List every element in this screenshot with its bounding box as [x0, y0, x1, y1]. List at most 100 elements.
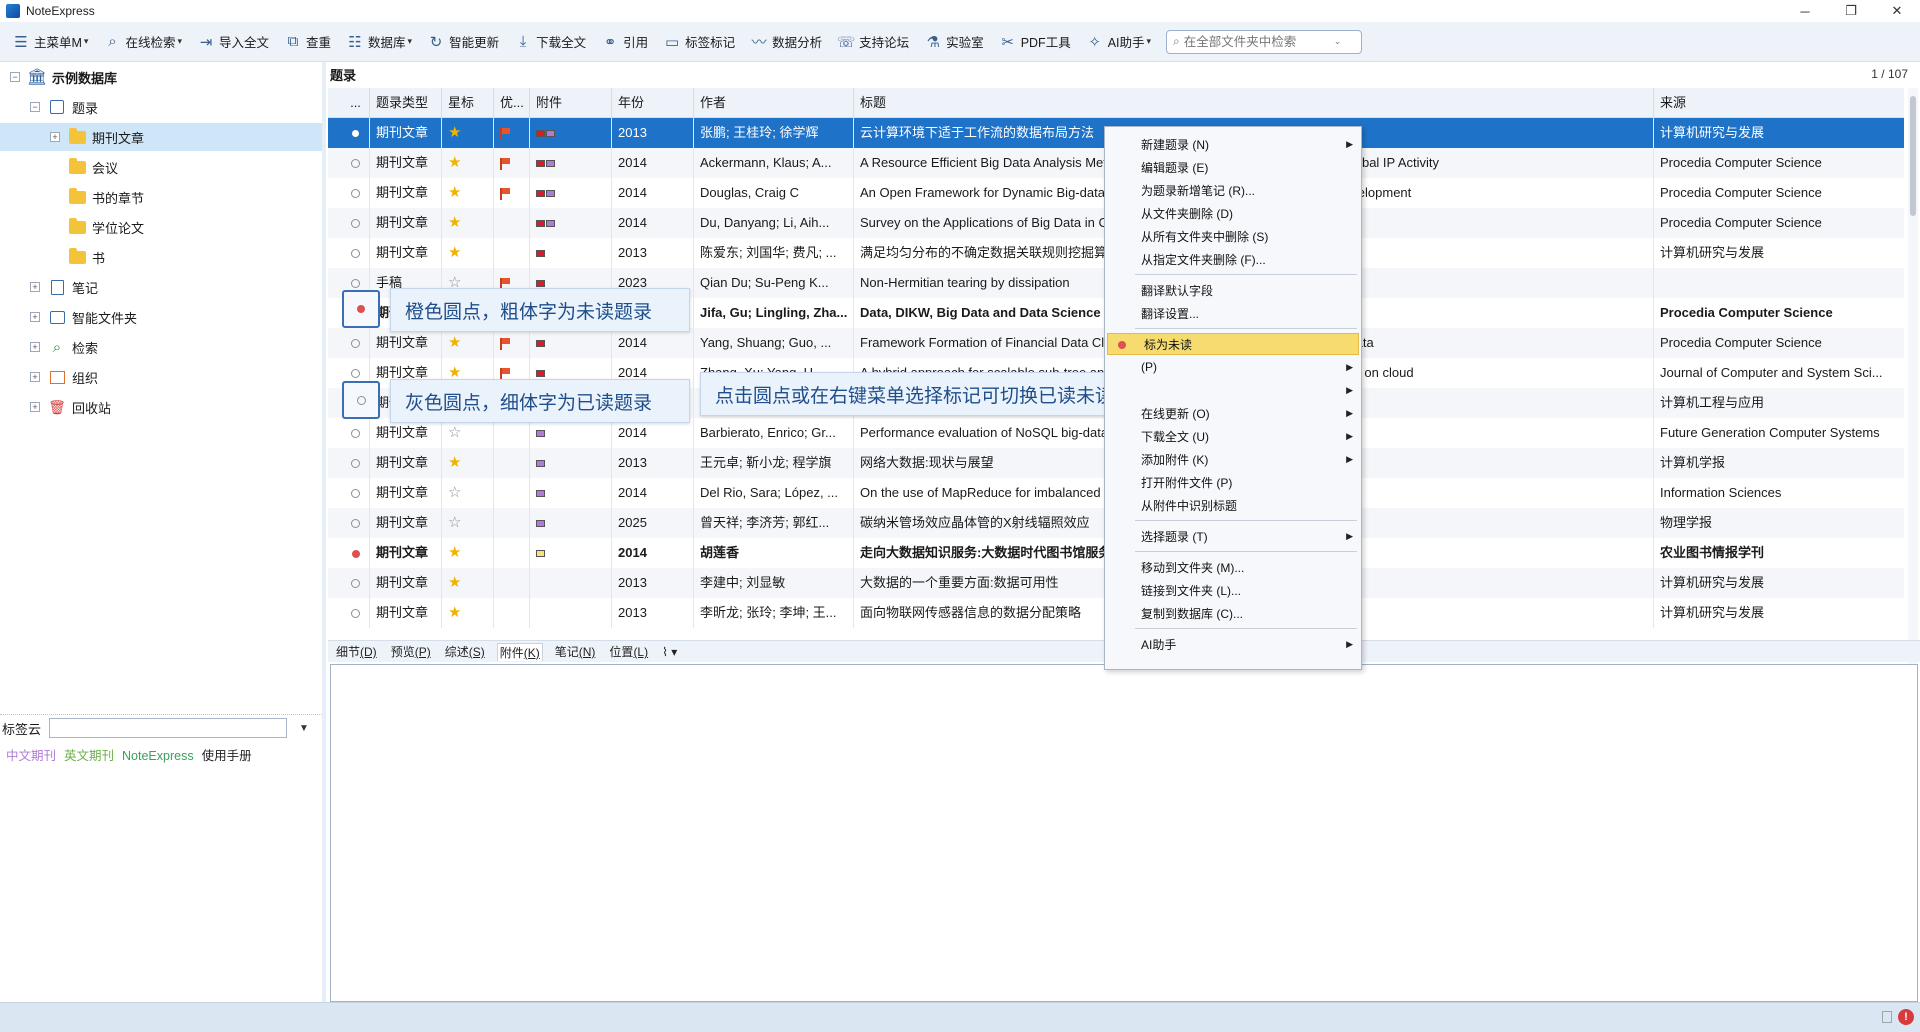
- star-filled-icon[interactable]: ★: [448, 574, 461, 591]
- tree-item-5[interactable]: 学位论文: [0, 213, 322, 241]
- toolbar-button-6[interactable]: ⤓ 下载全文: [508, 27, 592, 57]
- menu-item-23[interactable]: 复制到数据库 (C)...: [1105, 602, 1361, 624]
- attachment-cell[interactable]: [530, 238, 612, 268]
- priority-cell[interactable]: [494, 148, 530, 178]
- star-empty-icon[interactable]: ☆: [448, 424, 461, 441]
- tab-2[interactable]: 综述(S): [443, 643, 487, 660]
- star-filled-icon[interactable]: ★: [448, 334, 461, 351]
- star-cell[interactable]: ★: [442, 538, 494, 568]
- star-filled-icon[interactable]: ★: [448, 184, 461, 201]
- priority-cell[interactable]: [494, 508, 530, 538]
- paperclip-icon[interactable]: ⌇ ▾: [660, 645, 679, 659]
- priority-cell[interactable]: [494, 178, 530, 208]
- attachment-cell[interactable]: [530, 118, 612, 148]
- tag-link[interactable]: 中文期刊: [6, 749, 56, 763]
- error-badge-icon[interactable]: !: [1898, 1009, 1914, 1025]
- column-header[interactable]: 星标: [442, 87, 494, 118]
- tag-link[interactable]: NoteExpress: [122, 749, 194, 763]
- star-empty-icon[interactable]: ☆: [448, 484, 461, 501]
- toolbar-button-3[interactable]: ⧉ 查重: [278, 27, 337, 57]
- column-header[interactable]: 优...: [494, 87, 530, 118]
- star-filled-icon[interactable]: ★: [448, 214, 461, 231]
- expand-toggle-icon[interactable]: +: [30, 312, 40, 322]
- column-header[interactable]: 题录类型: [370, 87, 442, 118]
- dropdown-arrow-icon[interactable]: ▼: [299, 723, 309, 734]
- star-filled-icon[interactable]: ★: [448, 544, 461, 561]
- toolbar-button-8[interactable]: ▭ 标签标记: [657, 27, 741, 57]
- column-header[interactable]: 作者: [694, 87, 854, 118]
- expand-toggle-icon[interactable]: +: [50, 132, 60, 142]
- tag-link[interactable]: 使用手册: [202, 749, 252, 763]
- toolbar-button-13[interactable]: ✧ AI助手 ▾: [1080, 27, 1157, 57]
- read-dot-icon[interactable]: [351, 429, 360, 439]
- attachment-cell[interactable]: [530, 508, 612, 538]
- menu-item-1[interactable]: 编辑题录 (E): [1105, 156, 1361, 178]
- toolbar-button-4[interactable]: ☷ 数据库 ▾: [340, 27, 418, 57]
- read-status-cell[interactable]: [342, 178, 370, 208]
- column-header[interactable]: 附件: [530, 87, 612, 118]
- toolbar-button-2[interactable]: ⇥ 导入全文: [191, 27, 275, 57]
- menu-item-21[interactable]: 移动到文件夹 (M)...: [1105, 556, 1361, 578]
- attachment-cell[interactable]: [530, 598, 612, 628]
- tree-item-2[interactable]: + 期刊文章: [0, 123, 322, 151]
- read-dot-icon[interactable]: [352, 130, 359, 138]
- expand-toggle-icon[interactable]: +: [30, 372, 40, 382]
- star-cell[interactable]: ☆: [442, 508, 494, 538]
- read-dot-icon[interactable]: [351, 219, 360, 229]
- tab-0[interactable]: 细节(D): [334, 643, 379, 660]
- menu-item-8[interactable]: 翻译设置...: [1105, 302, 1361, 324]
- tag-link[interactable]: 英文期刊: [64, 749, 114, 763]
- attachment-cell[interactable]: [530, 208, 612, 238]
- star-filled-icon[interactable]: ★: [448, 154, 461, 171]
- column-header[interactable]: 年份: [612, 87, 694, 118]
- chevron-down-icon[interactable]: ⌄: [1334, 36, 1342, 47]
- read-status-cell[interactable]: [342, 118, 370, 148]
- menu-item-15[interactable]: 添加附件 (K) ▶: [1105, 448, 1361, 470]
- tree-item-9[interactable]: + ⌕ 检索: [0, 333, 322, 361]
- star-cell[interactable]: ★: [442, 118, 494, 148]
- read-dot-icon[interactable]: [351, 489, 360, 499]
- attachment-cell[interactable]: [530, 478, 612, 508]
- tree-item-4[interactable]: 书的章节: [0, 183, 322, 211]
- column-header[interactable]: 标题: [854, 87, 1654, 118]
- scrollbar-thumb[interactable]: [1910, 96, 1916, 216]
- tree-item-0[interactable]: − 🏛 示例数据库: [0, 63, 322, 91]
- column-header[interactable]: ...: [342, 87, 370, 118]
- unread-dot-icon[interactable]: [351, 549, 360, 558]
- attachment-cell[interactable]: [530, 448, 612, 478]
- minimize-button[interactable]: ─: [1782, 0, 1828, 22]
- star-cell[interactable]: ★: [442, 148, 494, 178]
- menu-item-19[interactable]: 选择题录 (T) ▶: [1105, 525, 1361, 547]
- menu-item-7[interactable]: 翻译默认字段: [1105, 279, 1361, 301]
- star-cell[interactable]: ★: [442, 178, 494, 208]
- tree-item-11[interactable]: + 🗑 回收站: [0, 393, 322, 421]
- star-filled-icon[interactable]: ★: [448, 454, 461, 471]
- read-dot-icon[interactable]: [351, 249, 360, 259]
- menu-item-3[interactable]: 从文件夹删除 (D): [1105, 202, 1361, 224]
- menu-item-11[interactable]: (P) ▶: [1105, 356, 1361, 378]
- read-status-cell[interactable]: [342, 418, 370, 448]
- priority-cell[interactable]: [494, 238, 530, 268]
- read-dot-icon[interactable]: [351, 519, 360, 529]
- attachment-cell[interactable]: [530, 148, 612, 178]
- read-status-cell[interactable]: [342, 478, 370, 508]
- menu-item-12[interactable]: ▶: [1105, 379, 1361, 401]
- priority-cell[interactable]: [494, 448, 530, 478]
- read-status-cell[interactable]: [342, 598, 370, 628]
- menu-item-10[interactable]: 标为未读: [1107, 333, 1359, 355]
- expand-toggle-icon[interactable]: +: [30, 282, 40, 292]
- star-cell[interactable]: ★: [442, 328, 494, 358]
- vertical-scrollbar[interactable]: [1908, 88, 1918, 688]
- read-dot-icon[interactable]: [351, 609, 360, 619]
- menu-item-25[interactable]: AI助手 ▶: [1105, 633, 1361, 655]
- menu-item-14[interactable]: 下载全文 (U) ▶: [1105, 425, 1361, 447]
- read-status-cell[interactable]: [342, 328, 370, 358]
- tree-item-8[interactable]: + 智能文件夹: [0, 303, 322, 331]
- read-dot-icon[interactable]: [351, 159, 360, 169]
- menu-item-0[interactable]: 新建题录 (N) ▶: [1105, 133, 1361, 155]
- toolbar-button-11[interactable]: ⚗ 实验室: [918, 27, 990, 57]
- attachment-cell[interactable]: [530, 178, 612, 208]
- read-dot-icon[interactable]: [351, 369, 360, 379]
- toolbar-button-9[interactable]: 〰数据分析: [744, 27, 828, 57]
- menu-item-5[interactable]: 从指定文件夹删除 (F)...: [1105, 248, 1361, 270]
